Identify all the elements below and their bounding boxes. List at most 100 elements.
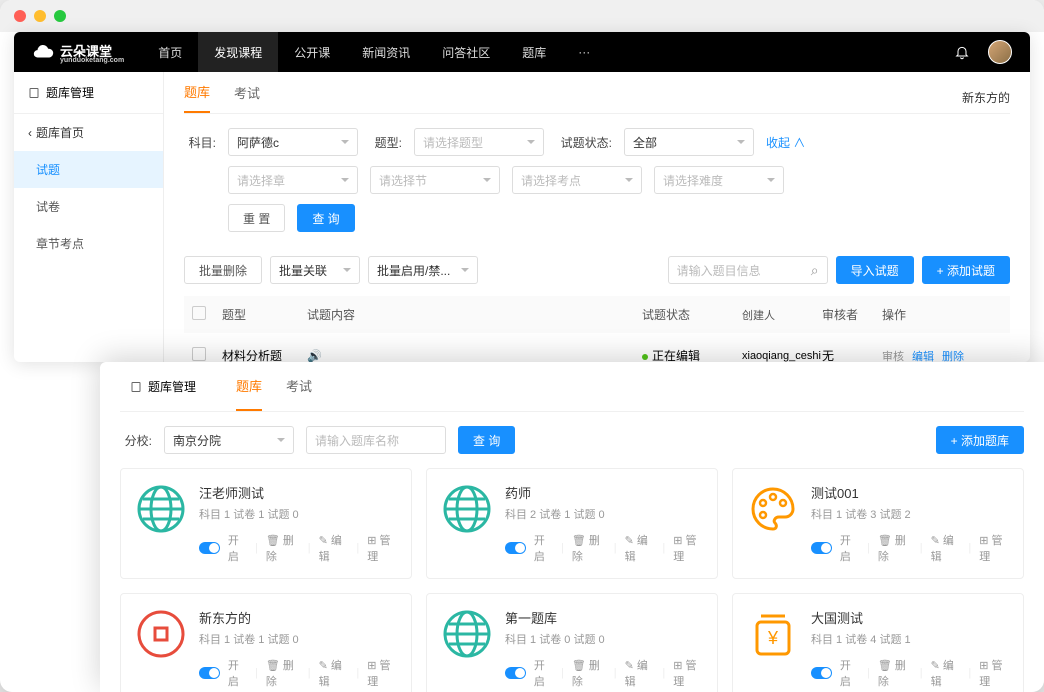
sidebar-item-questions[interactable]: 试题 [14,151,163,188]
bank-card[interactable]: 第一题库 科目 1 试卷 0 试题 0 开启 | 🗑 删除 | ✎ 编辑 | ⊞… [426,593,718,692]
th-status: 试题状态 [642,306,742,323]
bank-card[interactable]: 大国测试 科目 1 试卷 4 试题 1 开启 | 🗑 删除 | ✎ 编辑 | ⊞… [732,593,1024,692]
add-bank-button[interactable]: + 添加题库 [936,426,1024,454]
select-section[interactable]: 请选择节 [370,166,500,194]
batch-delete-button[interactable]: 批量删除 [184,256,262,284]
select-qstatus[interactable]: 全部 [624,128,754,156]
audio-icon[interactable]: 🔊 [307,349,322,363]
op-delete[interactable]: 🗑 删除 [572,657,606,689]
avatar[interactable] [988,40,1012,64]
op-edit[interactable]: 编辑 [912,348,934,363]
checkbox-row[interactable] [192,347,206,361]
toggle-open[interactable] [199,667,220,679]
op-edit[interactable]: ✎ 编辑 [931,532,961,564]
bank-title: 药师 [505,483,703,502]
op-delete[interactable]: 🗑 删除 [572,532,606,564]
query-button[interactable]: 查 询 [297,204,354,232]
bank-cards: 汪老师测试 科目 1 试卷 1 试题 0 开启 | 🗑 删除 | ✎ 编辑 | … [120,468,1024,692]
nav-qa[interactable]: 问答社区 [426,32,506,72]
sidebar-item-chapters[interactable]: 章节考点 [14,225,163,262]
select-subject[interactable]: 阿萨德c [228,128,358,156]
nav-home[interactable]: 首页 [142,32,198,72]
logo[interactable]: 云朵课堂 yunduoketang.com [14,41,142,64]
op-manage[interactable]: ⊞ 管理 [367,532,397,564]
op-delete[interactable]: 🗑 删除 [266,657,300,689]
bank-title: 第一题库 [505,608,703,627]
nav-open-course[interactable]: 公开课 [278,32,346,72]
bell-icon[interactable] [954,44,970,60]
bank-title: 大国测试 [811,608,1009,627]
reset-button[interactable]: 重 置 [228,204,285,232]
bank-meta: 科目 1 试卷 1 试题 0 [199,631,397,647]
select-branch[interactable]: 南京分院 [164,426,294,454]
window-question-bank-detail: 云朵课堂 yunduoketang.com 首页 发现课程 公开课 新闻资讯 问… [14,32,1030,362]
cell-reviewer: 无 [822,347,882,362]
book-icon [130,381,142,393]
w2-tab-bank[interactable]: 题库 [236,362,262,411]
w2-tab-exam[interactable]: 考试 [286,362,312,411]
bank-card[interactable]: 新东方的 科目 1 试卷 1 试题 0 开启 | 🗑 删除 | ✎ 编辑 | ⊞… [120,593,412,692]
op-manage[interactable]: ⊞ 管理 [673,657,703,689]
op-edit[interactable]: ✎ 编辑 [625,657,655,689]
batch-relate-select[interactable]: 批量关联 [270,256,360,284]
op-edit[interactable]: ✎ 编辑 [625,532,655,564]
op-review[interactable]: 审核 [882,348,904,363]
op-delete[interactable]: 删除 [942,348,964,363]
nav-news[interactable]: 新闻资讯 [346,32,426,72]
op-delete[interactable]: 🗑 删除 [878,532,912,564]
add-question-button[interactable]: + 添加试题 [922,256,1010,284]
op-edit[interactable]: ✎ 编辑 [319,657,349,689]
tab-exam[interactable]: 考试 [234,83,260,112]
toggle-open[interactable] [505,542,526,554]
bank-card[interactable]: 药师 科目 2 试卷 1 试题 0 开启 | 🗑 删除 | ✎ 编辑 | ⊞ 管… [426,468,718,579]
toggle-open[interactable] [811,667,832,679]
select-difficulty[interactable]: 请选择难度 [654,166,784,194]
import-button[interactable]: 导入试题 [836,256,914,284]
main-tabs: 题库 考试 新东方的 [184,72,1010,114]
nav-discover[interactable]: 发现课程 [198,32,278,72]
op-delete[interactable]: 🗑 删除 [878,657,912,689]
bank-name-input[interactable]: 请输入题库名称 [306,426,446,454]
bank-meta: 科目 1 试卷 4 试题 1 [811,631,1009,647]
bank-title: 新东方的 [199,608,397,627]
nav-question-bank[interactable]: 题库 [506,32,562,72]
search-input[interactable]: 请输入题目信息 [668,256,828,284]
th-creator: 创建人 [742,307,822,323]
mac-minimize-icon[interactable] [34,10,46,22]
select-point[interactable]: 请选择考点 [512,166,642,194]
sidebar-item-papers[interactable]: 试卷 [14,188,163,225]
mac-close-icon[interactable] [14,10,26,22]
th-ops: 操作 [882,306,1002,323]
batch-bar: 批量删除 批量关联 批量启用/禁... 请输入题目信息 导入试题 + 添加试题 [184,250,1010,290]
cell-status: 正在编辑 [642,347,742,362]
op-edit[interactable]: ✎ 编辑 [319,532,349,564]
op-edit[interactable]: ✎ 编辑 [931,657,961,689]
op-manage[interactable]: ⊞ 管理 [367,657,397,689]
bank-icon [747,483,799,535]
op-manage[interactable]: ⊞ 管理 [979,657,1009,689]
op-manage[interactable]: ⊞ 管理 [979,532,1009,564]
toggle-open[interactable] [505,667,526,679]
th-reviewer: 审核者 [822,306,882,323]
select-chapter[interactable]: 请选择章 [228,166,358,194]
bank-icon [135,483,187,535]
bank-name-label: 新东方的 [962,89,1010,106]
tab-bank[interactable]: 题库 [184,82,210,113]
mac-zoom-icon[interactable] [54,10,66,22]
nav-more[interactable]: ··· [562,32,606,72]
bank-card[interactable]: 测试001 科目 1 试卷 3 试题 2 开启 | 🗑 删除 | ✎ 编辑 | … [732,468,1024,579]
bank-card[interactable]: 汪老师测试 科目 1 试卷 1 试题 0 开启 | 🗑 删除 | ✎ 编辑 | … [120,468,412,579]
batch-enable-select[interactable]: 批量启用/禁... [368,256,478,284]
book-icon [28,87,40,99]
checkbox-all[interactable] [192,306,206,320]
toggle-open[interactable] [811,542,832,554]
op-manage[interactable]: ⊞ 管理 [673,532,703,564]
main-panel: 题库 考试 新东方的 科目: 阿萨德c 题型: 请选择题型 试题状态: 全部 收… [164,72,1030,362]
toggle-open[interactable] [199,542,220,554]
table-row: 材料分析题 🔊 正在编辑 xiaoqiang_ceshi 无 审核 编辑 删除 [184,333,1010,362]
sidebar-back[interactable]: ‹ 题库首页 [14,114,163,151]
collapse-toggle[interactable]: 收起 ∧ [766,134,805,151]
op-delete[interactable]: 🗑 删除 [266,532,300,564]
select-qtype[interactable]: 请选择题型 [414,128,544,156]
w2-query-button[interactable]: 查 询 [458,426,515,454]
